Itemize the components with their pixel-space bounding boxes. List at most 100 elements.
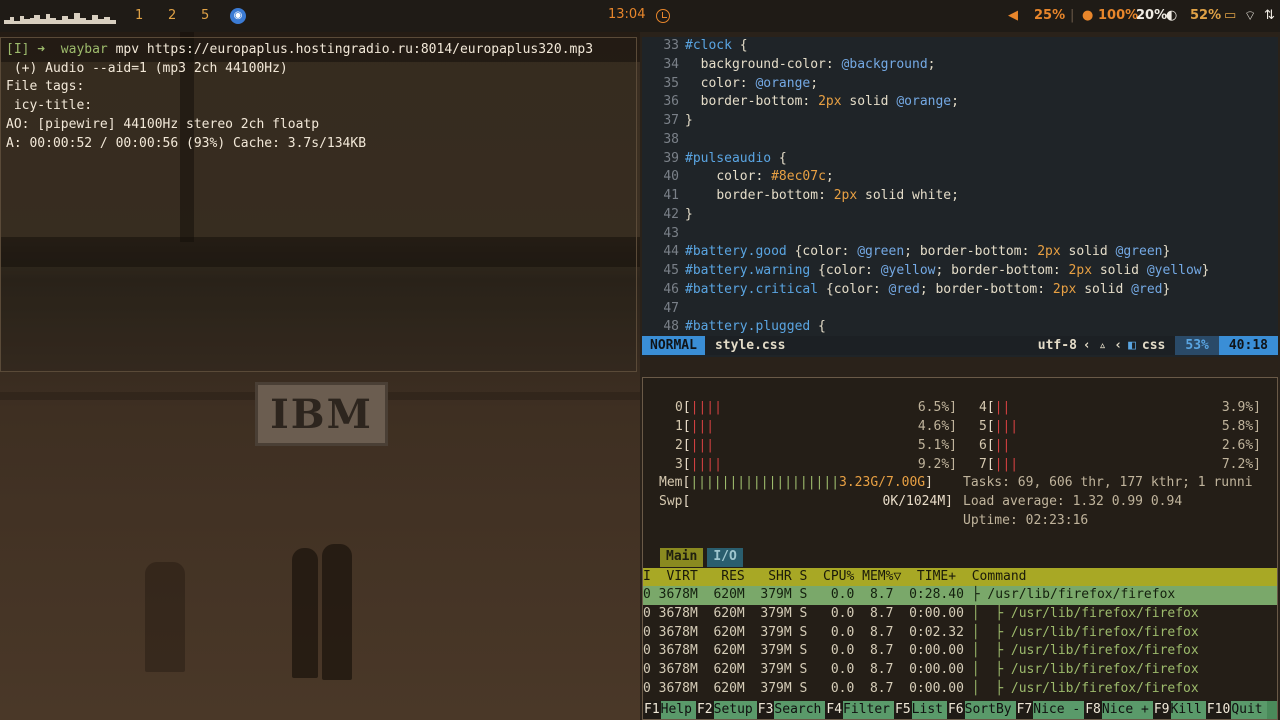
process-row[interactable]: 0 3678M 620M 379M S 0.0 8.7 0:00.00 │ ├ … <box>643 680 1277 699</box>
mpv-terminal[interactable]: [I] ➜ waybar mpv https://europaplus.host… <box>0 37 637 372</box>
css-selector: #battery.warning <box>685 263 811 278</box>
css-property: background-color <box>700 56 826 72</box>
fkey-filter[interactable]: F4 Filter <box>825 701 895 719</box>
mic-level[interactable]: 100% <box>1098 8 1138 23</box>
code-lines: 33 #clock {34 background-color: @backgro… <box>642 37 1278 337</box>
css-color-value: #8ec07c <box>771 169 826 185</box>
code-line: 44 #battery.good {color: @green; border-… <box>642 243 1278 262</box>
line-number: 38 <box>663 131 679 147</box>
workspace-2[interactable]: 2 <box>168 8 176 23</box>
line-number: 36 <box>663 94 679 110</box>
code-line: 35 color: @orange; <box>642 75 1278 94</box>
code-text: color: #8ec07c; <box>685 168 834 187</box>
fkey-number: F7 <box>1015 701 1034 719</box>
fkey-number: F3 <box>756 701 775 719</box>
code-token: { <box>731 38 748 53</box>
code-editor[interactable]: 33 #clock {34 background-color: @backgro… <box>642 37 1278 357</box>
process-row[interactable]: 0 3678M 620M 379M S 0.0 8.7 0:00.00 │ ├ … <box>643 605 1277 624</box>
cpu-meter: 7[||| 7.2%] <box>979 456 1261 475</box>
workspace-5[interactable]: 5 <box>201 8 209 23</box>
css-property: border-bottom <box>919 244 1022 260</box>
css-number: 2px <box>1052 281 1077 297</box>
process-row[interactable]: 0 3678M 620M 379M S 0.0 8.7 0:00.00 │ ├ … <box>643 661 1277 680</box>
css-number: 2px <box>818 94 842 110</box>
cpu-bar: ||| <box>690 438 715 453</box>
fkey-label: Filter <box>843 701 895 719</box>
code-text: border-bottom: 2px solid white; <box>685 187 959 206</box>
fkey-number: F1 <box>643 701 661 719</box>
process-row[interactable]: 0 3678M 620M 379M S 0.0 8.7 0:28.40 ├ /u… <box>643 586 1277 605</box>
process-row[interactable]: 0 3678M 620M 379M S 0.0 8.7 0:00.00 │ ├ … <box>643 642 1277 661</box>
volume-level[interactable]: 25% <box>1034 8 1065 23</box>
process-row[interactable]: 0 3678M 620M 379M S 0.0 8.7 0:02.32 │ ├ … <box>643 624 1277 643</box>
code-token: ; <box>825 169 834 185</box>
network-icon[interactable]: ⇅ <box>1264 8 1275 23</box>
fkey-search[interactable]: F3 Search <box>756 701 826 719</box>
clock[interactable]: 13:04 <box>608 7 645 22</box>
fkey-quit[interactable]: F10 Quit <box>1205 701 1267 719</box>
code-token: ; <box>951 188 959 203</box>
fkey-sortby[interactable]: F6 SortBy <box>946 701 1016 719</box>
css-variable: @background <box>841 56 928 72</box>
code-token: ; <box>927 56 936 72</box>
cpu-id: 6 <box>979 438 987 453</box>
cpu-meter: 4[|| 3.9%] <box>979 399 1261 418</box>
app-icon[interactable]: ◉ <box>230 8 246 24</box>
code-line: 34 background-color: @background; <box>642 56 1278 75</box>
code-text: #pulseaudio { <box>685 150 787 169</box>
code-token: { <box>786 244 803 260</box>
css-selector: #battery.plugged <box>685 319 811 335</box>
fkey-help[interactable]: F1 Help <box>643 701 696 719</box>
css-property: color <box>802 244 842 260</box>
css-selector: #clock <box>685 38 732 53</box>
fkey-nice[interactable]: F7 Nice - <box>1015 701 1085 719</box>
cpu-bar: ||| <box>690 419 715 434</box>
css-icon: ◧ <box>1128 338 1136 353</box>
cpu-bar: |||| <box>690 457 722 472</box>
fkey-nice[interactable]: F8 Nice + <box>1084 701 1153 719</box>
battery-level[interactable]: 52% <box>1190 8 1221 23</box>
code-token: : <box>1052 263 1069 278</box>
code-token: } <box>685 206 693 222</box>
code-token: } <box>1201 263 1210 278</box>
cpu-percent: 3.9%] <box>1221 400 1261 415</box>
process-table-header[interactable]: I VIRT RES SHR S CPU% MEM%▽ TIME+ Comman… <box>643 568 1277 586</box>
process-command: ├ /usr/lib/firefox/firefox <box>963 587 1176 602</box>
mem-value: 3.23G/7.00G <box>839 475 926 490</box>
wifi-icon[interactable]: ⌔ <box>1244 8 1256 24</box>
code-line: 43 <box>642 225 1278 244</box>
waybar: 1 2 5 ◉ 13:04 ◀ 25% | ● 100% 20% ◐ 52% ▭… <box>0 0 1280 32</box>
fkey-list[interactable]: F5 List <box>894 701 947 719</box>
cpu-meter: 2[||| 5.1%] <box>675 437 957 456</box>
mem-bar: ||||||||||||||||||| <box>690 475 840 490</box>
cpu-id: 7 <box>979 457 987 472</box>
function-key-bar: F1 Help F2 Setup F3 Search F4 Filter F5 List F6 Sor… <box>643 701 1277 719</box>
tab-io[interactable]: I/O <box>707 548 743 567</box>
fkey-kill[interactable]: F9 Kill <box>1152 701 1206 719</box>
process-command: │ ├ /usr/lib/firefox/firefox <box>963 680 1199 696</box>
brightness-level[interactable]: 20% <box>1136 8 1167 23</box>
fkey-setup[interactable]: F2 Setup <box>695 701 757 719</box>
code-text: } <box>685 112 693 131</box>
fkey-number: F2 <box>695 701 714 719</box>
prompt-line: [I] ➜ waybar mpv https://europaplus.host… <box>6 41 631 60</box>
css-variable: @red <box>1131 281 1163 297</box>
output-line: A: 00:00:52 / 00:00:56 (93%) Cache: 3.7s… <box>6 135 367 151</box>
code-token: } <box>1162 244 1171 260</box>
fkey-number: F9 <box>1152 701 1171 719</box>
htop-terminal[interactable]: 0[|||| 6.5%] 1[||| 4.6%] 2[||| 5.1%] 3[|||| 9.2… <box>642 377 1278 720</box>
css-variable: @orange <box>896 94 952 110</box>
css-variable: @green <box>1115 244 1163 260</box>
mem-label: Mem <box>659 475 683 490</box>
tab-main[interactable]: Main <box>660 548 704 567</box>
line-number: 40 <box>663 169 679 185</box>
code-token: : <box>872 281 889 297</box>
workspace-1[interactable]: 1 <box>135 8 143 23</box>
fkey-label: Setup <box>713 701 757 719</box>
